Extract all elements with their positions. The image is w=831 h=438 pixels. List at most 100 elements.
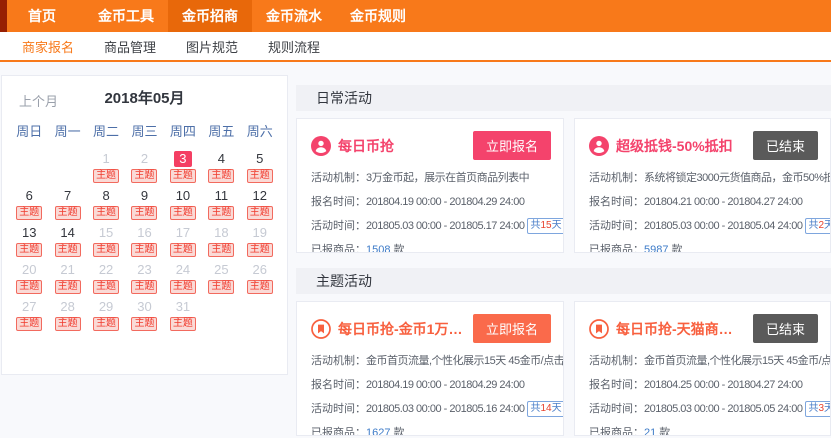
weekday-label: 周六 xyxy=(241,120,279,144)
calendar-cell[interactable]: 7主题 xyxy=(48,187,86,223)
user-icon xyxy=(311,136,331,156)
row-unit: 款 xyxy=(393,244,404,253)
theme-badge: 主题 xyxy=(131,317,157,331)
calendar-cell[interactable]: 4 主题 xyxy=(202,150,240,186)
calendar-day: 5 xyxy=(251,151,269,167)
card-body: 活动机制：金币首页流量,个性化展示15天 45金币/点击报名时间：201804.… xyxy=(297,348,563,436)
calendar-cell[interactable]: 6主题 xyxy=(10,187,48,223)
calendar-cell[interactable]: 28主题 xyxy=(48,298,86,334)
sub-nav-item[interactable]: 商家报名 xyxy=(22,37,74,56)
calendar-cell[interactable]: 13主题 xyxy=(10,224,48,260)
duration-badge: 共2天 xyxy=(805,218,831,234)
sub-nav-item[interactable]: 规则流程 xyxy=(268,37,320,56)
prev-month-button[interactable]: 上个月 xyxy=(19,91,58,110)
row-value: 201804.19 00:00 - 201804.29 24:00 xyxy=(366,379,524,391)
section-title: 日常活动 xyxy=(296,85,831,111)
left-edge-strip xyxy=(0,0,7,32)
sub-nav-item[interactable]: 图片规范 xyxy=(186,37,238,56)
calendar-cell[interactable]: 30主题 xyxy=(125,298,163,334)
calendar-cell[interactable]: 27主题 xyxy=(10,298,48,334)
calendar-cell[interactable]: 29主题 xyxy=(87,298,125,334)
top-nav-tab[interactable]: 金币流水 xyxy=(252,0,336,32)
duration-suffix: 天 xyxy=(552,403,562,414)
card-title: 每日币抢-天猫商家专享 xyxy=(616,319,746,339)
cards-row: 每日币抢-金币1万以上卖家...立即报名活动机制：金币首页流量,个性化展示15天… xyxy=(296,301,831,436)
duration-number: 14 xyxy=(540,403,551,414)
theme-badge: 主题 xyxy=(93,317,119,331)
calendar-day: 21 xyxy=(59,262,77,278)
activity-card: 每日币抢-天猫商家专享已结束活动机制：金币首页流量,个性化展示15天 45金币/… xyxy=(574,301,831,436)
calendar-cell[interactable]: 19主题 xyxy=(241,224,279,260)
card-header: 超级抵钱-50%抵扣已结束 xyxy=(575,119,830,165)
calendar-cell[interactable]: 10主题 xyxy=(164,187,202,223)
calendar-cell[interactable]: 22主题 xyxy=(87,261,125,297)
calendar-cell[interactable]: 1主题 xyxy=(87,150,125,186)
card-row: 报名时间：201804.21 00:00 - 201804.27 24:00 xyxy=(589,190,824,214)
card-row: 已报商品：1627款 xyxy=(311,421,557,436)
duration-suffix: 天 xyxy=(824,220,831,231)
duration-suffix: 天 xyxy=(552,220,562,231)
calendar-cell[interactable]: 2主题 xyxy=(125,150,163,186)
card-row: 已报商品：21款 xyxy=(589,421,824,436)
row-value: 201804.25 00:00 - 201804.27 24:00 xyxy=(644,379,802,391)
calendar-cell[interactable]: 21 主题 xyxy=(48,261,86,297)
top-nav-tab[interactable]: 首页 xyxy=(0,0,84,32)
top-nav-tab[interactable]: 金币规则 xyxy=(336,0,420,32)
calendar-day: 31 xyxy=(174,299,192,315)
card-action-button[interactable]: 立即报名 xyxy=(473,314,551,343)
section-title: 主题活动 xyxy=(296,268,831,294)
card-action-button[interactable]: 立即报名 xyxy=(473,131,551,160)
top-nav-tab[interactable]: 金币工具 xyxy=(84,0,168,32)
row-unit: 款 xyxy=(659,427,670,436)
row-label: 已报商品： xyxy=(589,427,644,436)
calendar-cell[interactable]: 5主题 xyxy=(241,150,279,186)
row-label: 活动时间： xyxy=(589,403,644,415)
theme-badge: 主题 xyxy=(170,317,196,331)
row-count: 1508 xyxy=(366,244,390,253)
row-value: 3万金币起，展示在首页商品列表中 xyxy=(366,172,529,184)
calendar-cell[interactable]: 26主题 xyxy=(241,261,279,297)
calendar-cell[interactable]: 31 主题 xyxy=(164,298,202,334)
activity-section: 主题活动每日币抢-金币1万以上卖家...立即报名活动机制：金币首页流量,个性化展… xyxy=(296,268,831,436)
calendar-cell[interactable]: 20主题 xyxy=(10,261,48,297)
top-nav-tab[interactable]: 金币招商 xyxy=(168,0,252,32)
card-row: 已报商品：5987款 xyxy=(589,238,824,253)
calendar-cell[interactable]: 9主题 xyxy=(125,187,163,223)
calendar-day: 28 xyxy=(59,299,77,315)
calendar-header: 上个月 2018年05月 xyxy=(2,84,287,114)
calendar-day: 11 xyxy=(212,188,230,204)
card-header: 每日币抢-天猫商家专享已结束 xyxy=(575,302,830,348)
top-nav-tab-label: 金币流水 xyxy=(266,6,322,26)
calendar-day: 27 xyxy=(20,299,38,315)
top-nav-tab-label: 金币规则 xyxy=(350,6,406,26)
card-header: 每日币抢立即报名 xyxy=(297,119,563,165)
calendar-day: 4 xyxy=(212,151,230,167)
theme-badge: 主题 xyxy=(170,243,196,257)
calendar-cell[interactable]: 18主题 xyxy=(202,224,240,260)
calendar-grid: 1主题2主题3主题4主题5主题6主题7主题8主题9主题10主题11主题12主题1… xyxy=(2,146,287,338)
calendar-cell[interactable]: 25主题 xyxy=(202,261,240,297)
calendar-cell[interactable]: 23主题 xyxy=(125,261,163,297)
theme-badge: 主题 xyxy=(208,169,234,183)
calendar-cell[interactable]: 14主题 xyxy=(48,224,86,260)
top-nav-tabs: 首页金币工具金币招商金币流水 金币规则 xyxy=(0,0,420,32)
bookmark-icon xyxy=(589,319,609,339)
calendar-cell[interactable]: 3主题 xyxy=(164,150,202,186)
theme-badge: 主题 xyxy=(55,206,81,220)
theme-badge: 主题 xyxy=(55,280,81,294)
sub-nav-item[interactable]: 商品管理 xyxy=(104,37,156,56)
calendar-cell[interactable]: 11主题 xyxy=(202,187,240,223)
card-action-button: 已结束 xyxy=(753,131,818,160)
calendar-cell[interactable]: 8主题 xyxy=(87,187,125,223)
calendar-cell[interactable]: 12主题 xyxy=(241,187,279,223)
calendar-cell[interactable]: 15主题 xyxy=(87,224,125,260)
card-row: 报名时间：201804.19 00:00 - 201804.29 24:00 xyxy=(311,373,557,397)
calendar-cell[interactable]: 24主题 xyxy=(164,261,202,297)
card-row: 活动时间：201805.03 00:00 - 201805.17 24:00共1… xyxy=(311,214,557,238)
calendar-cell[interactable]: 16主题 xyxy=(125,224,163,260)
activities-panel: 日常活动每日币抢立即报名活动机制：3万金币起，展示在首页商品列表中报名时间：20… xyxy=(296,85,831,436)
calendar-cell[interactable]: 17主题 xyxy=(164,224,202,260)
row-value: 系统将锁定3000元货值商品，金币50%抵扣 xyxy=(644,172,831,184)
weekday-label: 周五 xyxy=(202,120,240,144)
user-icon xyxy=(311,136,331,156)
